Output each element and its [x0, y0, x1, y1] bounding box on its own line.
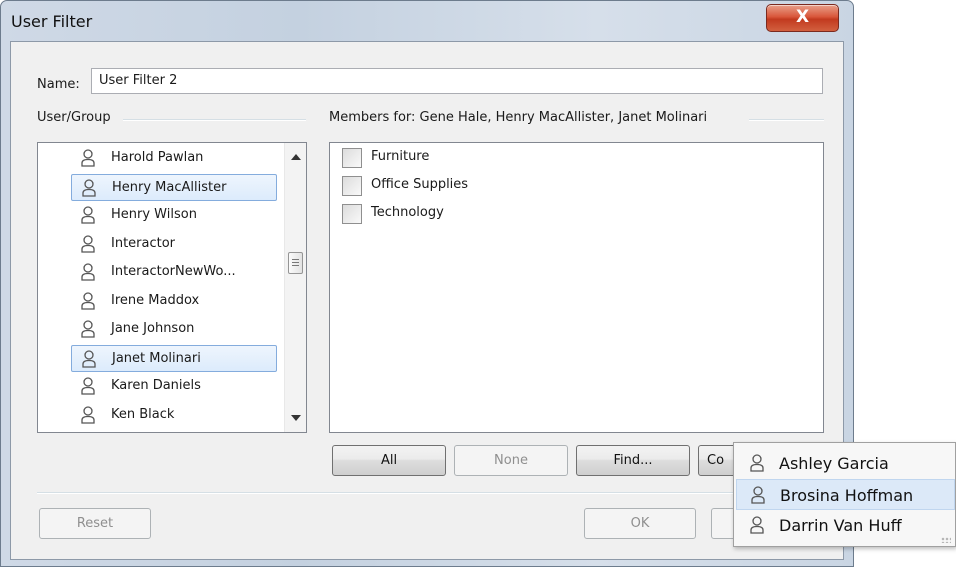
user-icon: [750, 516, 764, 534]
popup-user-name: Darrin Van Huff: [779, 516, 902, 535]
user-name: Interactor: [111, 235, 176, 251]
user-icon: [81, 149, 95, 167]
user-name: Henry Wilson: [111, 207, 197, 222]
user-icon: [751, 486, 765, 504]
user-list-item[interactable]: InteractorNewWo...: [71, 259, 277, 286]
user-list-item[interactable]: Interactor: [71, 231, 277, 258]
user-name: Ken Black: [111, 406, 175, 422]
user-icon: [750, 454, 764, 472]
user-group-header: User/Group: [37, 110, 117, 125]
user-list-item[interactable]: Kean Mill: [71, 430, 277, 432]
user-name: Karen Daniels: [111, 378, 201, 393]
ok-button[interactable]: OK: [584, 508, 696, 539]
user-list-item[interactable]: Irene Maddox: [71, 288, 277, 315]
scroll-up-arrow-icon[interactable]: [291, 154, 301, 160]
user-icon: [81, 291, 95, 310]
popup-user-item[interactable]: Darrin Van Huff: [736, 510, 955, 541]
user-filter-dialog: User Filter X Name: User Filter 2 User/G…: [0, 0, 854, 567]
user-name: Harold Pawlan: [111, 150, 204, 165]
reset-button[interactable]: Reset: [39, 508, 151, 539]
user-dropdown-popup[interactable]: Darrin Van Huff Brosina Hoffman Ashley Gar…: [733, 442, 956, 547]
user-group-list[interactable]: Kean Mill Ken Black Karen Daniels Janet Mol…: [37, 142, 307, 433]
footer-separator: [37, 492, 824, 494]
members-divider: [749, 119, 824, 121]
user-name: Irene Maddox: [111, 292, 200, 308]
user-list-scrollbar[interactable]: [284, 143, 306, 432]
scroll-thumb[interactable]: [288, 252, 303, 274]
user-icon: [81, 405, 95, 424]
grip-line: [292, 265, 299, 266]
user-list-item[interactable]: Jane Johnson: [71, 316, 277, 343]
user-icon: [81, 377, 95, 395]
dialog-body: Name: User Filter 2 User/Group Members f…: [10, 41, 844, 560]
all-button[interactable]: All: [332, 445, 446, 476]
user-icon: [81, 234, 95, 253]
member-checkbox[interactable]: [342, 148, 362, 168]
user-list-item[interactable]: Harold Pawlan: [71, 145, 277, 172]
dialog-title: User Filter: [11, 12, 93, 31]
member-label: Technology: [371, 205, 444, 220]
title-bar[interactable]: User Filter X: [1, 1, 853, 41]
none-button[interactable]: None: [454, 445, 568, 476]
members-list[interactable]: Furniture Office Supplies Technology: [329, 142, 824, 433]
user-icon: [81, 206, 95, 224]
user-icon: [82, 349, 96, 368]
user-list-item[interactable]: Janet Molinari: [71, 344, 277, 372]
popup-user-item[interactable]: Ashley Garcia: [736, 448, 955, 479]
user-list-item[interactable]: Henry Wilson: [71, 202, 277, 229]
user-name: Janet Molinari: [112, 350, 201, 366]
user-name: Jane Johnson: [111, 321, 195, 336]
popup-user-name: Brosina Hoffman: [780, 486, 914, 505]
user-name: Henry MacAllister: [112, 179, 227, 195]
user-list-item[interactable]: Ken Black: [71, 402, 277, 429]
name-input[interactable]: User Filter 2: [91, 68, 823, 94]
grip-line: [292, 262, 299, 263]
close-icon: X: [795, 7, 810, 27]
user-icon: [82, 178, 96, 197]
member-checkbox[interactable]: [342, 176, 362, 196]
user-icon: [81, 320, 95, 338]
scroll-down-arrow-icon[interactable]: [291, 415, 301, 421]
user-group-divider: [123, 119, 306, 121]
find-button[interactable]: Find...: [576, 445, 690, 476]
close-button[interactable]: X: [766, 4, 839, 32]
name-label: Name:: [37, 77, 80, 92]
members-header: Members for: Gene Hale, Henry MacAlliste…: [329, 110, 714, 125]
popup-user-item[interactable]: Brosina Hoffman: [736, 479, 955, 510]
resize-grip-icon[interactable]: [941, 537, 951, 543]
user-name: InteractorNewWo...: [111, 264, 236, 279]
member-label: Furniture: [371, 149, 430, 164]
popup-user-name: Ashley Garcia: [779, 454, 889, 473]
member-label: Office Supplies: [371, 177, 469, 192]
user-icon: [81, 263, 95, 281]
member-checkbox[interactable]: [342, 204, 362, 224]
user-list-item[interactable]: Karen Daniels: [71, 373, 277, 400]
grip-line: [292, 259, 299, 260]
user-list-item[interactable]: Henry MacAllister: [71, 173, 277, 201]
